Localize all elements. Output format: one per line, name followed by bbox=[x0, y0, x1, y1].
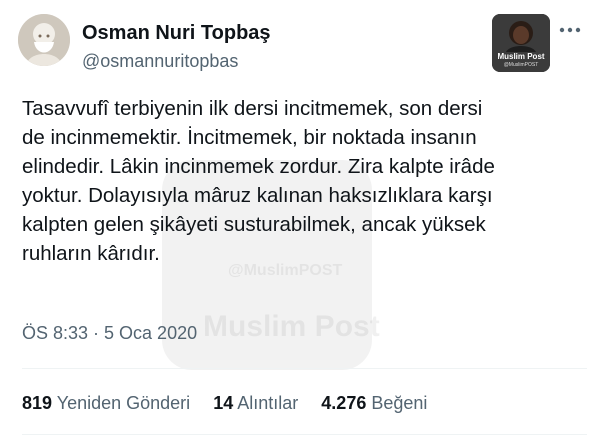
watermark-text: Muslim Post bbox=[203, 310, 380, 343]
tweet-text: Tasavvufî terbiyenin ilk dersi incitmeme… bbox=[22, 94, 587, 268]
tweet-text-line: ruhların kârıdır. bbox=[22, 242, 160, 265]
badge-subtitle: @MuslimPOST bbox=[503, 62, 539, 68]
likes-stat[interactable]: 4.276 Beğeni bbox=[321, 393, 427, 413]
muslim-post-badge: Muslim Post @MuslimPOST bbox=[492, 14, 550, 72]
divider bbox=[22, 434, 587, 435]
author-handle[interactable]: @osmannuritopbas bbox=[82, 51, 238, 72]
tweet-text-line: elindedir. Lâkin incinmemek zordur. Zira… bbox=[22, 155, 495, 178]
tweet-text-line: de incinmemektir. İncitmemek, bir noktad… bbox=[22, 126, 477, 149]
tweet-text-line: kalpten gelen şikâyeti susturabilmek, an… bbox=[22, 213, 486, 236]
avatar-image bbox=[18, 14, 70, 66]
badge-title: Muslim Post bbox=[497, 52, 545, 61]
author-avatar[interactable] bbox=[18, 14, 70, 66]
retweets-count: 819 bbox=[22, 393, 53, 413]
divider bbox=[22, 368, 587, 369]
author-display-name[interactable]: Osman Nuri Topbaş bbox=[82, 22, 271, 45]
engagement-stats: 819 Yeniden Gönderi 14 Alıntılar 4.276 B… bbox=[22, 393, 445, 414]
quotes-label: Alıntılar bbox=[237, 393, 299, 413]
likes-label: Beğeni bbox=[371, 393, 428, 413]
likes-count: 4.276 bbox=[321, 393, 367, 413]
quotes-count: 14 bbox=[213, 393, 234, 413]
tweet-text-line: yoktur. Dolayısıyla mâruz kalınan haksız… bbox=[22, 184, 493, 207]
retweets-label: Yeniden Gönderi bbox=[56, 393, 191, 413]
tweet-text-line: Tasavvufî terbiyenin ilk dersi incitmeme… bbox=[22, 97, 483, 120]
more-options-icon bbox=[559, 27, 581, 33]
tweet-timestamp[interactable]: ÖS 8:33 · 5 Oca 2020 bbox=[22, 323, 197, 344]
retweets-stat[interactable]: 819 Yeniden Gönderi bbox=[22, 393, 190, 413]
quotes-stat[interactable]: 14 Alıntılar bbox=[213, 393, 298, 413]
more-options-button[interactable] bbox=[556, 20, 584, 40]
